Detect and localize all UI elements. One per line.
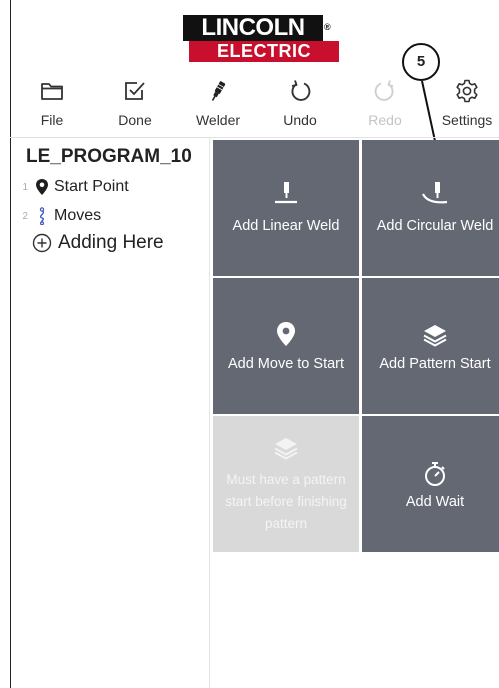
path-icon — [39, 207, 45, 225]
tile-label: Add Linear Weld — [232, 218, 340, 234]
tile-label: Add Wait — [405, 494, 465, 510]
layers-icon — [274, 438, 298, 460]
finish-pattern-tile-disabled: Must have a pattern start before finishi… — [213, 416, 359, 552]
step-moves[interactable]: 2 Moves — [10, 204, 101, 228]
callout-number: 5 — [402, 43, 440, 81]
plus-circle-icon — [32, 233, 52, 253]
adding-here-label: Adding Here — [58, 232, 164, 253]
done-button[interactable]: Done — [110, 74, 160, 132]
adding-here-item[interactable]: Adding Here — [32, 232, 164, 254]
circular-weld-icon — [422, 182, 448, 204]
step-number: 2 — [22, 210, 28, 222]
stopwatch-icon — [425, 462, 445, 486]
welder-torch-icon — [211, 81, 226, 101]
settings-label: Settings — [441, 112, 493, 128]
tile-label: Add Circular Weld — [376, 218, 494, 234]
program-tree-panel: LE_PROGRAM_10 1 Start Point 2 Moves Addi… — [10, 138, 210, 688]
layers-icon — [423, 325, 447, 347]
folder-icon — [41, 83, 63, 100]
welder-label: Welder — [195, 112, 241, 128]
step-label: Moves — [54, 207, 102, 224]
checkbox-icon — [125, 82, 145, 100]
step-start-point[interactable]: 1 Start Point — [10, 175, 129, 199]
step-label: Start Point — [54, 178, 129, 195]
step-number: 1 — [22, 181, 28, 193]
done-label: Done — [118, 112, 152, 128]
lincoln-electric-logo: LINCOLN ® ELECTRIC — [183, 15, 339, 63]
redo-button[interactable]: Redo — [360, 74, 410, 132]
add-pattern-start-tile[interactable]: Add Pattern Start — [362, 278, 499, 414]
logo-line1: LINCOLN — [183, 15, 323, 41]
file-button[interactable]: File — [27, 74, 77, 132]
tile-label: Add Pattern Start — [379, 356, 491, 372]
undo-icon — [291, 80, 311, 101]
logo-line2: ELECTRIC — [189, 41, 339, 62]
add-circular-weld-tile[interactable]: Add Circular Weld — [362, 140, 499, 276]
add-wait-tile[interactable]: Add Wait — [362, 416, 499, 552]
redo-label: Redo — [368, 112, 402, 128]
linear-weld-icon — [275, 182, 297, 204]
program-name: LE_PROGRAM_10 — [26, 146, 192, 167]
toolbar: File Done Welder Undo Redo Settings — [0, 74, 499, 134]
add-move-to-start-tile[interactable]: Add Move to Start — [213, 278, 359, 414]
undo-button[interactable]: Undo — [275, 74, 325, 132]
settings-button[interactable]: Settings — [436, 74, 498, 132]
tile-label: Must have a pattern start before finishi… — [225, 472, 347, 531]
tile-label: Add Move to Start — [227, 356, 345, 372]
location-pin-icon — [277, 322, 295, 346]
undo-label: Undo — [283, 112, 317, 128]
add-linear-weld-tile[interactable]: Add Linear Weld — [213, 140, 359, 276]
gear-icon — [456, 79, 478, 103]
welder-button[interactable]: Welder — [190, 74, 246, 132]
file-label: File — [40, 112, 64, 128]
location-pin-icon — [36, 179, 48, 195]
redo-icon — [374, 80, 394, 101]
logo-registered-mark: ® — [324, 22, 331, 32]
